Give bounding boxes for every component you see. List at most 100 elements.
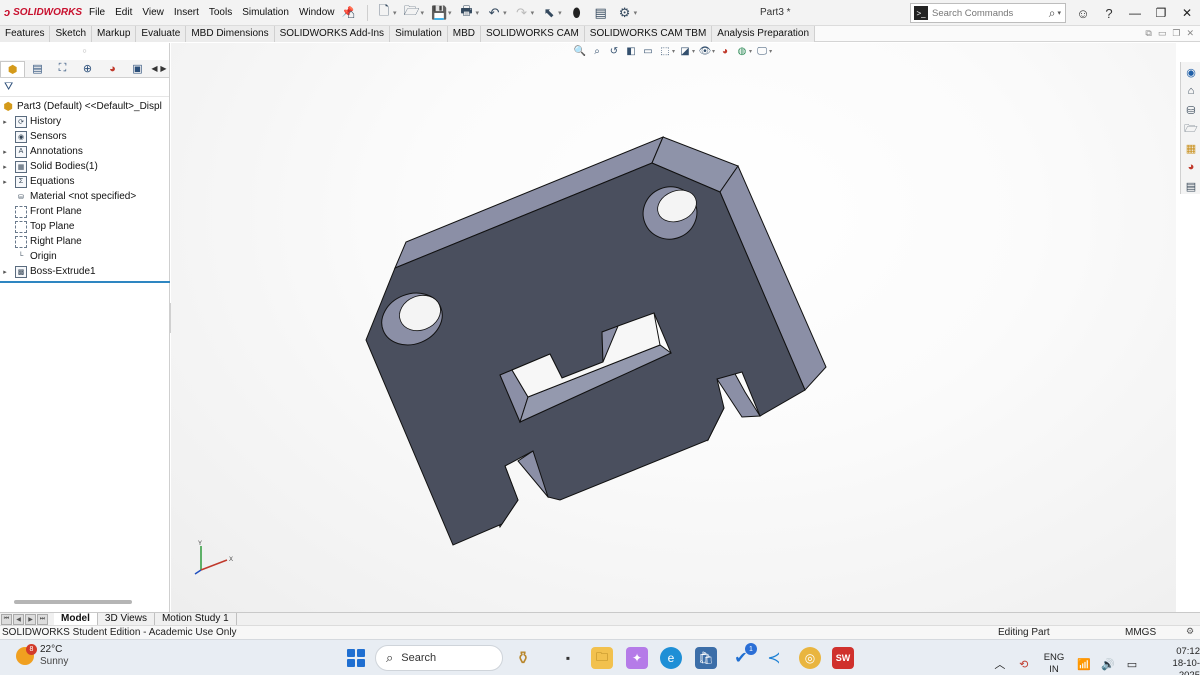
expand-arrow-icon[interactable]: ▸: [0, 163, 10, 171]
file-properties-icon[interactable]: ▤: [590, 3, 612, 23]
store-icon[interactable]: 🛍: [695, 647, 717, 669]
previous-tab-icon[interactable]: ◀: [13, 613, 24, 625]
cam-manager-tab-icon[interactable]: ▣: [125, 61, 150, 77]
first-tab-icon[interactable]: ⏮: [1, 613, 12, 625]
chevron-down-icon[interactable]: ▾: [1057, 9, 1061, 17]
expand-arrow-icon[interactable]: ▸: [0, 148, 10, 156]
tab-model[interactable]: Model: [54, 612, 98, 626]
tab-solidworks-cam[interactable]: SOLIDWORKS CAM: [481, 26, 585, 42]
undo-icon[interactable]: ↶: [483, 3, 505, 23]
configuration-manager-tab-icon[interactable]: ⛶: [50, 61, 75, 77]
new-document-icon[interactable]: 🗋: [373, 3, 395, 23]
redo-icon[interactable]: ↷: [511, 3, 533, 23]
horizontal-scrollbar[interactable]: [14, 600, 132, 604]
tab-mbd-dimensions[interactable]: MBD Dimensions: [186, 26, 275, 42]
graphics-area[interactable]: 🔍 ⌕ ↺ ◧ ▭ ⬚ ▾ ◪ ▾ 👁 ▾ ◕ ◍ ▾ 🖵 ▾ Y X: [171, 43, 1176, 612]
custom-properties-icon[interactable]: ▤: [1182, 177, 1200, 195]
todo-check-icon[interactable]: ✔ 1: [730, 643, 757, 669]
display-manager-tab-icon[interactable]: ◕: [100, 61, 125, 77]
tree-item-right-plane[interactable]: Right Plane: [0, 234, 169, 249]
solidworks-taskbar-icon[interactable]: SW: [832, 647, 854, 669]
design-library-icon[interactable]: ⛁: [1182, 101, 1200, 119]
windows-start-icon[interactable]: [347, 649, 365, 667]
feature-manager-tab-icon[interactable]: ⬢: [0, 60, 25, 77]
pot-icon[interactable]: ⚱: [512, 647, 534, 669]
last-tab-icon[interactable]: ⏭: [37, 613, 48, 625]
chevron-down-icon[interactable]: ▾: [448, 9, 452, 17]
tray-app-icon[interactable]: ⟲: [1015, 658, 1033, 671]
panel-grip-icon[interactable]: ○: [0, 43, 169, 60]
tree-item-boss-extrude1[interactable]: ▸ ▩ Boss-Extrude1: [0, 264, 169, 279]
chevron-down-icon[interactable]: ▾: [421, 9, 425, 17]
restore-button[interactable]: ❐: [1148, 6, 1174, 20]
viewport-tile-icon[interactable]: ⧉: [1145, 28, 1151, 39]
tab-motion-study-1[interactable]: Motion Study 1: [155, 612, 237, 626]
save-icon[interactable]: 💾: [428, 3, 450, 23]
viewport-close-icon[interactable]: ✕: [1186, 28, 1194, 39]
filter-icon[interactable]: ⛛: [0, 78, 169, 97]
menu-insert[interactable]: Insert: [169, 7, 204, 18]
user-account-icon[interactable]: ☺: [1070, 6, 1096, 21]
file-explorer-icon[interactable]: 🗀: [591, 647, 613, 669]
options-gear-icon[interactable]: ⚙: [614, 3, 636, 23]
status-units[interactable]: MMGS: [1125, 627, 1156, 638]
chevron-left-icon[interactable]: ◀: [150, 64, 159, 73]
next-tab-icon[interactable]: ▶: [25, 613, 36, 625]
print-icon[interactable]: 🖶: [456, 3, 478, 23]
chevron-down-icon[interactable]: ▾: [503, 9, 507, 17]
home-icon[interactable]: ⌂: [340, 3, 362, 23]
menu-tools[interactable]: Tools: [204, 7, 237, 18]
tab-solidworks-addins[interactable]: SOLIDWORKS Add-Ins: [274, 26, 391, 42]
minimize-button[interactable]: —: [1122, 6, 1148, 20]
open-folder-icon[interactable]: 🗁: [401, 3, 423, 23]
close-button[interactable]: ✕: [1174, 6, 1200, 20]
expand-arrow-icon[interactable]: ▸: [0, 268, 10, 276]
tab-sketch[interactable]: Sketch: [50, 26, 93, 42]
tree-item-sensors[interactable]: ◉ Sensors: [0, 129, 169, 144]
taskbar-search-box[interactable]: ⌕ Search: [375, 645, 503, 671]
menu-view[interactable]: View: [137, 7, 169, 18]
appearances-icon[interactable]: ◕: [1182, 158, 1200, 176]
terminal-icon[interactable]: ▪: [557, 647, 579, 669]
viewport-minimize-icon[interactable]: ▭: [1158, 28, 1167, 39]
status-options-icon[interactable]: ⚙: [1186, 626, 1194, 637]
tab-analysis-preparation[interactable]: Analysis Preparation: [712, 26, 816, 42]
search-icon[interactable]: ⌕: [1049, 6, 1056, 21]
edge-browser-icon[interactable]: e: [660, 647, 682, 669]
viewport-restore-icon[interactable]: ❐: [1172, 28, 1180, 39]
tree-item-history[interactable]: ▸ ⟳ History: [0, 114, 169, 129]
chevron-down-icon[interactable]: ▾: [531, 9, 535, 17]
tab-mbd[interactable]: MBD: [447, 26, 481, 42]
tree-item-origin[interactable]: └ Origin: [0, 249, 169, 264]
tree-item-equations[interactable]: ▸ Σ Equations: [0, 174, 169, 189]
chevron-right-icon[interactable]: ▶: [159, 64, 168, 73]
tree-item-material[interactable]: ⛁ Material <not specified>: [0, 189, 169, 204]
solidworks-logo[interactable]: ↄ SOLIDWORKS: [0, 7, 84, 19]
menu-window[interactable]: Window: [294, 7, 340, 18]
expand-arrow-icon[interactable]: ▸: [0, 118, 10, 126]
copilot-icon[interactable]: ✦: [626, 647, 648, 669]
rollback-bar[interactable]: [0, 281, 170, 283]
tab-features[interactable]: Features: [0, 26, 51, 42]
dimxpert-manager-tab-icon[interactable]: ⊕: [75, 61, 100, 77]
tab-markup[interactable]: Markup: [92, 26, 137, 42]
battery-icon[interactable]: ▭: [1123, 658, 1141, 671]
view-palette-icon[interactable]: ▦: [1182, 139, 1200, 157]
wifi-icon[interactable]: 📶: [1075, 658, 1093, 671]
chevron-up-icon[interactable]: ︿: [991, 656, 1009, 672]
tab-3d-views[interactable]: 3D Views: [98, 612, 155, 626]
expand-arrow-icon[interactable]: ▸: [0, 178, 10, 186]
chevron-down-icon[interactable]: ▾: [393, 9, 397, 17]
tab-simulation[interactable]: Simulation: [390, 26, 448, 42]
menu-file[interactable]: File: [84, 7, 110, 18]
solidworks-resources-icon[interactable]: ◉: [1182, 63, 1200, 81]
tree-item-solid-bodies[interactable]: ▸ ▦ Solid Bodies(1): [0, 159, 169, 174]
language-indicator[interactable]: ENG IN: [1044, 652, 1065, 675]
part-3d-model[interactable]: [171, 43, 1176, 612]
tab-solidworks-cam-tbm[interactable]: SOLIDWORKS CAM TBM: [584, 26, 713, 42]
chevron-down-icon[interactable]: ▾: [476, 9, 480, 17]
property-manager-tab-icon[interactable]: ▤: [25, 61, 50, 77]
rebuild-icon[interactable]: ⬮: [566, 3, 588, 23]
search-commands-field[interactable]: >_ Search Commands ⌕ ▾: [910, 3, 1066, 23]
select-arrow-icon[interactable]: ⬉: [538, 3, 560, 23]
